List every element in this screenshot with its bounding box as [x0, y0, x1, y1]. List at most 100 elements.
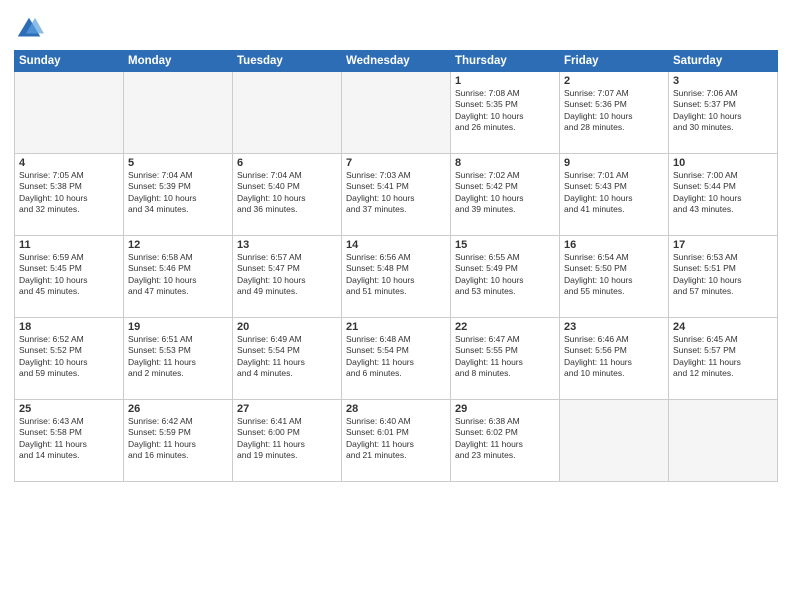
calendar-week-row: 4Sunrise: 7:05 AM Sunset: 5:38 PM Daylig…: [15, 154, 778, 236]
day-number: 18: [19, 321, 119, 333]
day-info: Sunrise: 6:41 AM Sunset: 6:00 PM Dayligh…: [237, 416, 337, 462]
day-info: Sunrise: 6:51 AM Sunset: 5:53 PM Dayligh…: [128, 334, 228, 380]
calendar-cell: 23Sunrise: 6:46 AM Sunset: 5:56 PM Dayli…: [560, 318, 669, 400]
calendar-cell: 14Sunrise: 6:56 AM Sunset: 5:48 PM Dayli…: [342, 236, 451, 318]
day-number: 5: [128, 157, 228, 169]
calendar-cell: 12Sunrise: 6:58 AM Sunset: 5:46 PM Dayli…: [124, 236, 233, 318]
day-info: Sunrise: 6:43 AM Sunset: 5:58 PM Dayligh…: [19, 416, 119, 462]
calendar-cell: 22Sunrise: 6:47 AM Sunset: 5:55 PM Dayli…: [451, 318, 560, 400]
day-header-thursday: Thursday: [451, 51, 560, 72]
calendar-cell: 11Sunrise: 6:59 AM Sunset: 5:45 PM Dayli…: [15, 236, 124, 318]
calendar-cell: 9Sunrise: 7:01 AM Sunset: 5:43 PM Daylig…: [560, 154, 669, 236]
logo: [14, 14, 48, 44]
day-info: Sunrise: 7:05 AM Sunset: 5:38 PM Dayligh…: [19, 170, 119, 216]
day-number: 19: [128, 321, 228, 333]
calendar-table: SundayMondayTuesdayWednesdayThursdayFrid…: [14, 50, 778, 482]
day-number: 24: [673, 321, 773, 333]
day-info: Sunrise: 7:07 AM Sunset: 5:36 PM Dayligh…: [564, 88, 664, 134]
day-header-friday: Friday: [560, 51, 669, 72]
day-info: Sunrise: 7:08 AM Sunset: 5:35 PM Dayligh…: [455, 88, 555, 134]
day-info: Sunrise: 6:59 AM Sunset: 5:45 PM Dayligh…: [19, 252, 119, 298]
day-info: Sunrise: 6:38 AM Sunset: 6:02 PM Dayligh…: [455, 416, 555, 462]
calendar-cell: [560, 400, 669, 482]
day-info: Sunrise: 6:52 AM Sunset: 5:52 PM Dayligh…: [19, 334, 119, 380]
calendar-cell: 5Sunrise: 7:04 AM Sunset: 5:39 PM Daylig…: [124, 154, 233, 236]
calendar-cell: 7Sunrise: 7:03 AM Sunset: 5:41 PM Daylig…: [342, 154, 451, 236]
day-number: 15: [455, 239, 555, 251]
day-info: Sunrise: 6:54 AM Sunset: 5:50 PM Dayligh…: [564, 252, 664, 298]
calendar-cell: 21Sunrise: 6:48 AM Sunset: 5:54 PM Dayli…: [342, 318, 451, 400]
day-number: 13: [237, 239, 337, 251]
calendar-cell: 18Sunrise: 6:52 AM Sunset: 5:52 PM Dayli…: [15, 318, 124, 400]
day-header-saturday: Saturday: [669, 51, 778, 72]
calendar-cell: 4Sunrise: 7:05 AM Sunset: 5:38 PM Daylig…: [15, 154, 124, 236]
day-number: 3: [673, 75, 773, 87]
day-number: 27: [237, 403, 337, 415]
calendar-cell: 24Sunrise: 6:45 AM Sunset: 5:57 PM Dayli…: [669, 318, 778, 400]
calendar-header-row: SundayMondayTuesdayWednesdayThursdayFrid…: [15, 51, 778, 72]
day-number: 12: [128, 239, 228, 251]
header: [14, 10, 778, 44]
day-header-tuesday: Tuesday: [233, 51, 342, 72]
day-number: 11: [19, 239, 119, 251]
day-info: Sunrise: 6:48 AM Sunset: 5:54 PM Dayligh…: [346, 334, 446, 380]
calendar-cell: 2Sunrise: 7:07 AM Sunset: 5:36 PM Daylig…: [560, 72, 669, 154]
day-number: 29: [455, 403, 555, 415]
calendar-cell: 3Sunrise: 7:06 AM Sunset: 5:37 PM Daylig…: [669, 72, 778, 154]
calendar-cell: [342, 72, 451, 154]
day-info: Sunrise: 6:45 AM Sunset: 5:57 PM Dayligh…: [673, 334, 773, 380]
day-number: 20: [237, 321, 337, 333]
day-number: 10: [673, 157, 773, 169]
calendar-cell: 19Sunrise: 6:51 AM Sunset: 5:53 PM Dayli…: [124, 318, 233, 400]
calendar-cell: 29Sunrise: 6:38 AM Sunset: 6:02 PM Dayli…: [451, 400, 560, 482]
calendar-cell: 25Sunrise: 6:43 AM Sunset: 5:58 PM Dayli…: [15, 400, 124, 482]
day-info: Sunrise: 6:55 AM Sunset: 5:49 PM Dayligh…: [455, 252, 555, 298]
day-number: 22: [455, 321, 555, 333]
calendar-cell: 28Sunrise: 6:40 AM Sunset: 6:01 PM Dayli…: [342, 400, 451, 482]
day-number: 21: [346, 321, 446, 333]
day-number: 28: [346, 403, 446, 415]
day-number: 9: [564, 157, 664, 169]
day-header-wednesday: Wednesday: [342, 51, 451, 72]
day-number: 25: [19, 403, 119, 415]
day-info: Sunrise: 6:47 AM Sunset: 5:55 PM Dayligh…: [455, 334, 555, 380]
calendar-cell: 27Sunrise: 6:41 AM Sunset: 6:00 PM Dayli…: [233, 400, 342, 482]
day-info: Sunrise: 7:00 AM Sunset: 5:44 PM Dayligh…: [673, 170, 773, 216]
day-header-sunday: Sunday: [15, 51, 124, 72]
day-number: 16: [564, 239, 664, 251]
calendar-cell: 13Sunrise: 6:57 AM Sunset: 5:47 PM Dayli…: [233, 236, 342, 318]
main-container: SundayMondayTuesdayWednesdayThursdayFrid…: [0, 0, 792, 612]
day-number: 6: [237, 157, 337, 169]
day-info: Sunrise: 6:49 AM Sunset: 5:54 PM Dayligh…: [237, 334, 337, 380]
day-number: 8: [455, 157, 555, 169]
day-info: Sunrise: 6:53 AM Sunset: 5:51 PM Dayligh…: [673, 252, 773, 298]
day-info: Sunrise: 7:06 AM Sunset: 5:37 PM Dayligh…: [673, 88, 773, 134]
calendar-cell: 26Sunrise: 6:42 AM Sunset: 5:59 PM Dayli…: [124, 400, 233, 482]
day-info: Sunrise: 7:02 AM Sunset: 5:42 PM Dayligh…: [455, 170, 555, 216]
calendar-cell: [233, 72, 342, 154]
day-header-monday: Monday: [124, 51, 233, 72]
calendar-cell: 1Sunrise: 7:08 AM Sunset: 5:35 PM Daylig…: [451, 72, 560, 154]
calendar-cell: [15, 72, 124, 154]
day-info: Sunrise: 6:42 AM Sunset: 5:59 PM Dayligh…: [128, 416, 228, 462]
calendar-cell: 17Sunrise: 6:53 AM Sunset: 5:51 PM Dayli…: [669, 236, 778, 318]
calendar-cell: 15Sunrise: 6:55 AM Sunset: 5:49 PM Dayli…: [451, 236, 560, 318]
day-info: Sunrise: 6:57 AM Sunset: 5:47 PM Dayligh…: [237, 252, 337, 298]
day-number: 7: [346, 157, 446, 169]
calendar-cell: [124, 72, 233, 154]
calendar-week-row: 1Sunrise: 7:08 AM Sunset: 5:35 PM Daylig…: [15, 72, 778, 154]
day-number: 17: [673, 239, 773, 251]
day-info: Sunrise: 6:40 AM Sunset: 6:01 PM Dayligh…: [346, 416, 446, 462]
calendar-cell: 6Sunrise: 7:04 AM Sunset: 5:40 PM Daylig…: [233, 154, 342, 236]
calendar-cell: 10Sunrise: 7:00 AM Sunset: 5:44 PM Dayli…: [669, 154, 778, 236]
calendar-cell: [669, 400, 778, 482]
day-number: 23: [564, 321, 664, 333]
calendar-week-row: 11Sunrise: 6:59 AM Sunset: 5:45 PM Dayli…: [15, 236, 778, 318]
day-number: 26: [128, 403, 228, 415]
day-info: Sunrise: 6:58 AM Sunset: 5:46 PM Dayligh…: [128, 252, 228, 298]
day-number: 1: [455, 75, 555, 87]
day-number: 4: [19, 157, 119, 169]
day-info: Sunrise: 7:03 AM Sunset: 5:41 PM Dayligh…: [346, 170, 446, 216]
day-info: Sunrise: 7:04 AM Sunset: 5:40 PM Dayligh…: [237, 170, 337, 216]
calendar-week-row: 25Sunrise: 6:43 AM Sunset: 5:58 PM Dayli…: [15, 400, 778, 482]
